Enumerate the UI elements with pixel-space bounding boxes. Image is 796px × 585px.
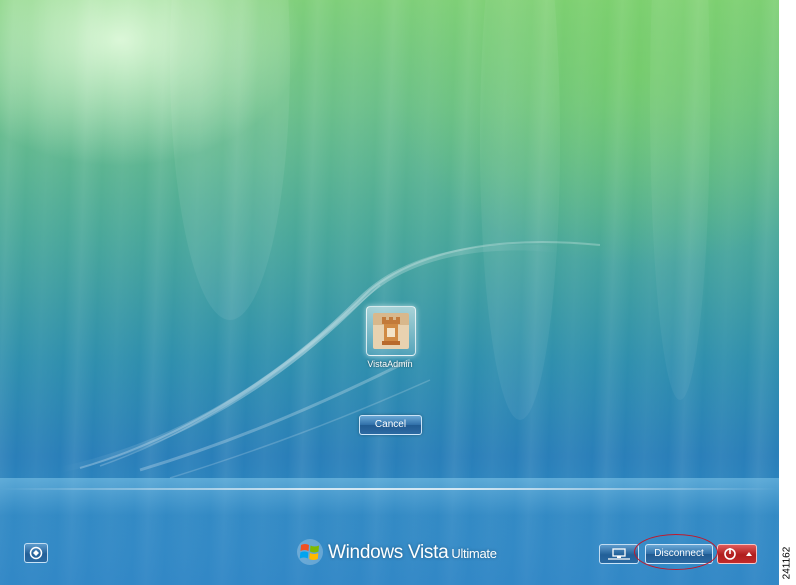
- power-icon: [724, 548, 736, 560]
- windows-vista-logo: Windows Vista Ultimate: [296, 538, 497, 568]
- network-button[interactable]: [599, 544, 639, 564]
- shutdown-button[interactable]: [717, 544, 743, 564]
- brand-name: Windows Vista: [328, 542, 449, 563]
- user-name: VistaAdmin: [367, 359, 413, 369]
- network-icon: [608, 548, 630, 560]
- user-tile[interactable]: [366, 306, 416, 356]
- chess-rook-picture-icon: [373, 313, 409, 349]
- ease-of-access-icon: [29, 546, 43, 560]
- disconnect-highlight-ring: [634, 534, 718, 570]
- chevron-up-icon: [746, 552, 752, 556]
- windows-flag-icon: [297, 539, 323, 565]
- cancel-button[interactable]: Cancel: [359, 415, 422, 435]
- brand-text: Windows Vista Ultimate: [328, 542, 497, 564]
- figure-number-label: 241162: [781, 546, 793, 579]
- shutdown-options-button[interactable]: [742, 544, 757, 564]
- ease-of-access-button[interactable]: [24, 543, 48, 563]
- brand-edition: Ultimate: [451, 546, 497, 561]
- login-screen: VistaAdmin Cancel Windows Vista Ultimate …: [0, 0, 779, 585]
- figure-number: 241162: [778, 540, 796, 585]
